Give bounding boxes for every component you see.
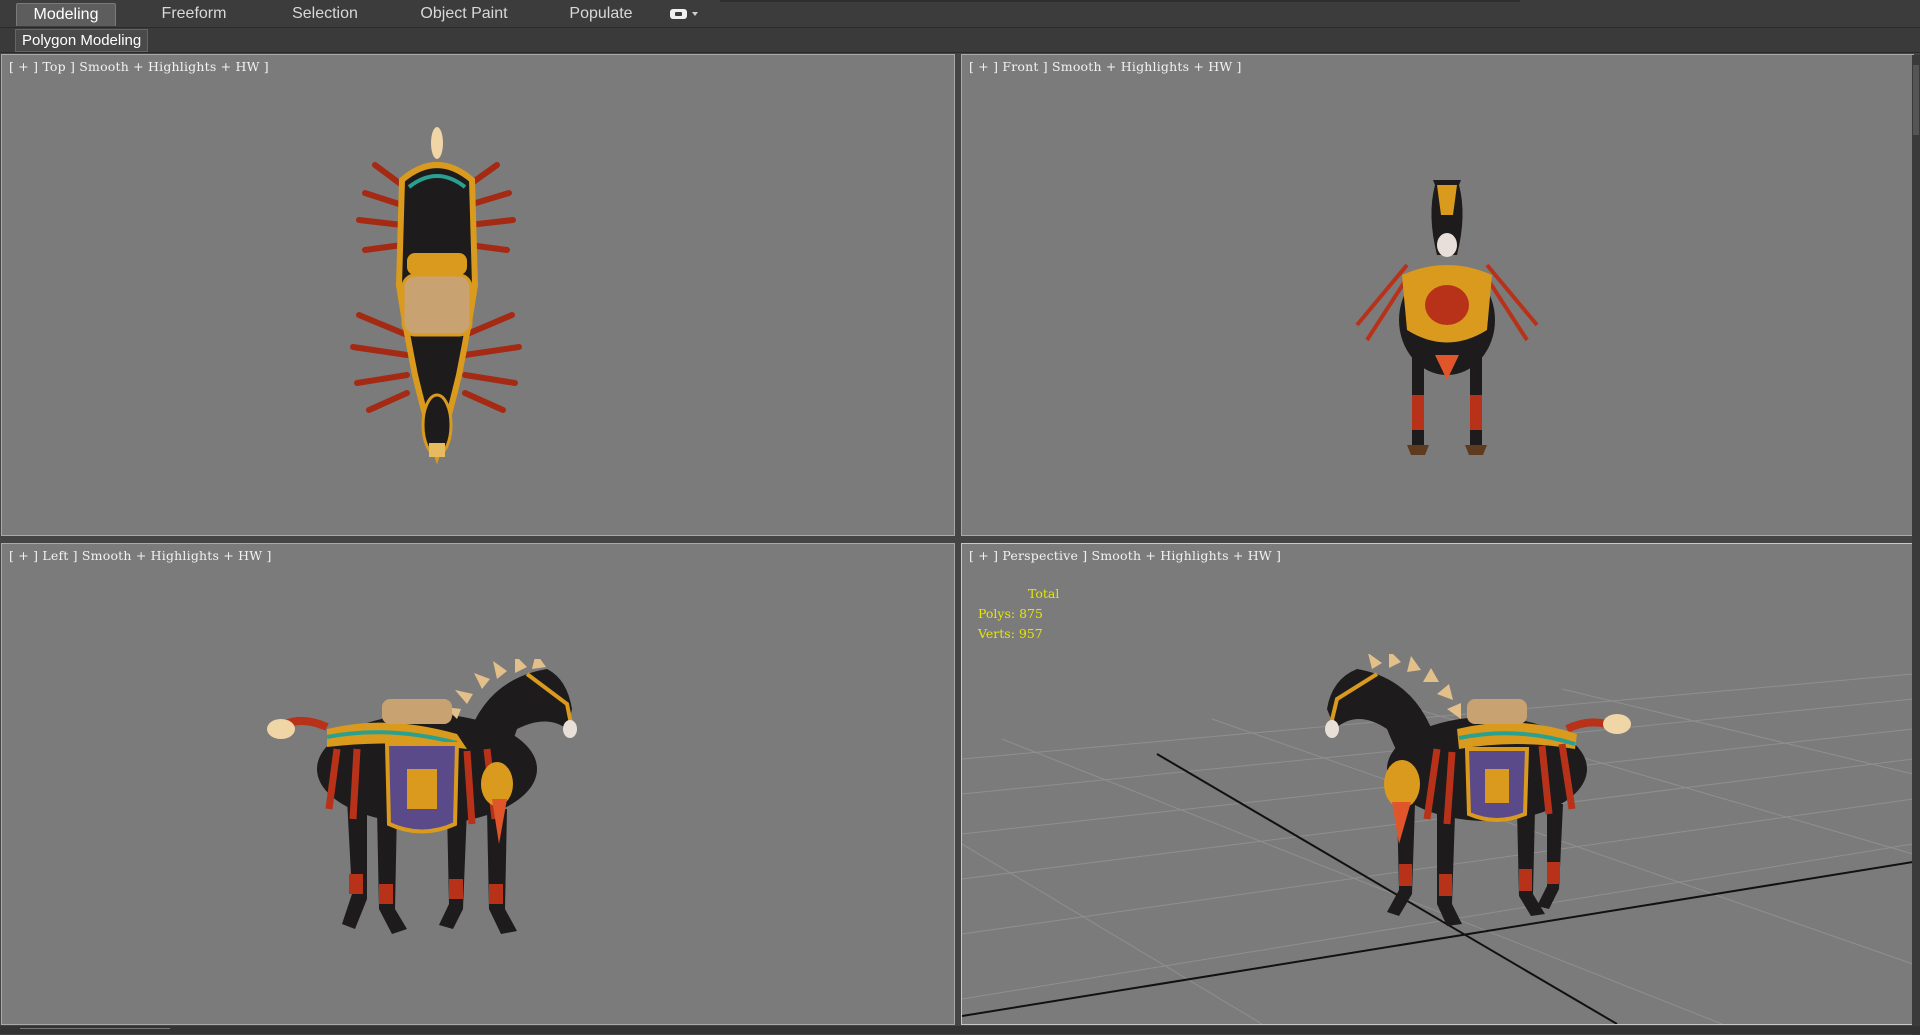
ribbon-minimize-button[interactable] (668, 6, 700, 22)
viewport-front[interactable]: [ + ] Front ] Smooth + Highlights + HW ] (961, 54, 1914, 536)
tab-populate[interactable]: Populate (556, 3, 646, 25)
horse-model-perspective (1325, 654, 1631, 926)
tab-modeling[interactable]: Modeling (16, 3, 116, 26)
right-scrollbar[interactable] (1912, 55, 1920, 1035)
horse-model-top (350, 127, 522, 465)
bottom-status-strip (0, 1026, 1920, 1034)
ribbon-divider (720, 0, 1520, 2)
polygon-modeling-panel-button[interactable]: Polygon Modeling (15, 29, 149, 52)
ribbon-minimize-icon (670, 9, 687, 19)
viewport-front-label[interactable]: [ + ] Front ] Smooth + Highlights + HW ] (969, 59, 1242, 74)
tab-freeform[interactable]: Freeform (148, 3, 240, 25)
viewport-perspective[interactable]: [ + ] Perspective ] Smooth + Highlights … (961, 543, 1914, 1025)
scrollbar-thumb[interactable] (1913, 65, 1919, 135)
ribbon-panel-bar: Polygon Modeling (0, 28, 1920, 53)
viewport-left-label[interactable]: [ + ] Left ] Smooth + Highlights + HW ] (9, 548, 272, 563)
horse-model-front (1355, 165, 1539, 455)
ribbon-tab-bar: Modeling Freeform Selection Object Paint… (0, 0, 1920, 28)
chevron-down-icon (692, 12, 698, 16)
viewport-top[interactable]: [ + ] Top ] Smooth + Highlights + HW ] (1, 54, 955, 536)
tab-selection[interactable]: Selection (280, 3, 370, 25)
viewport-left[interactable]: [ + ] Left ] Smooth + Highlights + HW ] (1, 543, 955, 1025)
horse-model-left (267, 659, 577, 934)
viewport-top-label[interactable]: [ + ] Top ] Smooth + Highlights + HW ] (9, 59, 269, 74)
tab-object-paint[interactable]: Object Paint (410, 3, 518, 25)
status-divider (20, 1028, 170, 1034)
